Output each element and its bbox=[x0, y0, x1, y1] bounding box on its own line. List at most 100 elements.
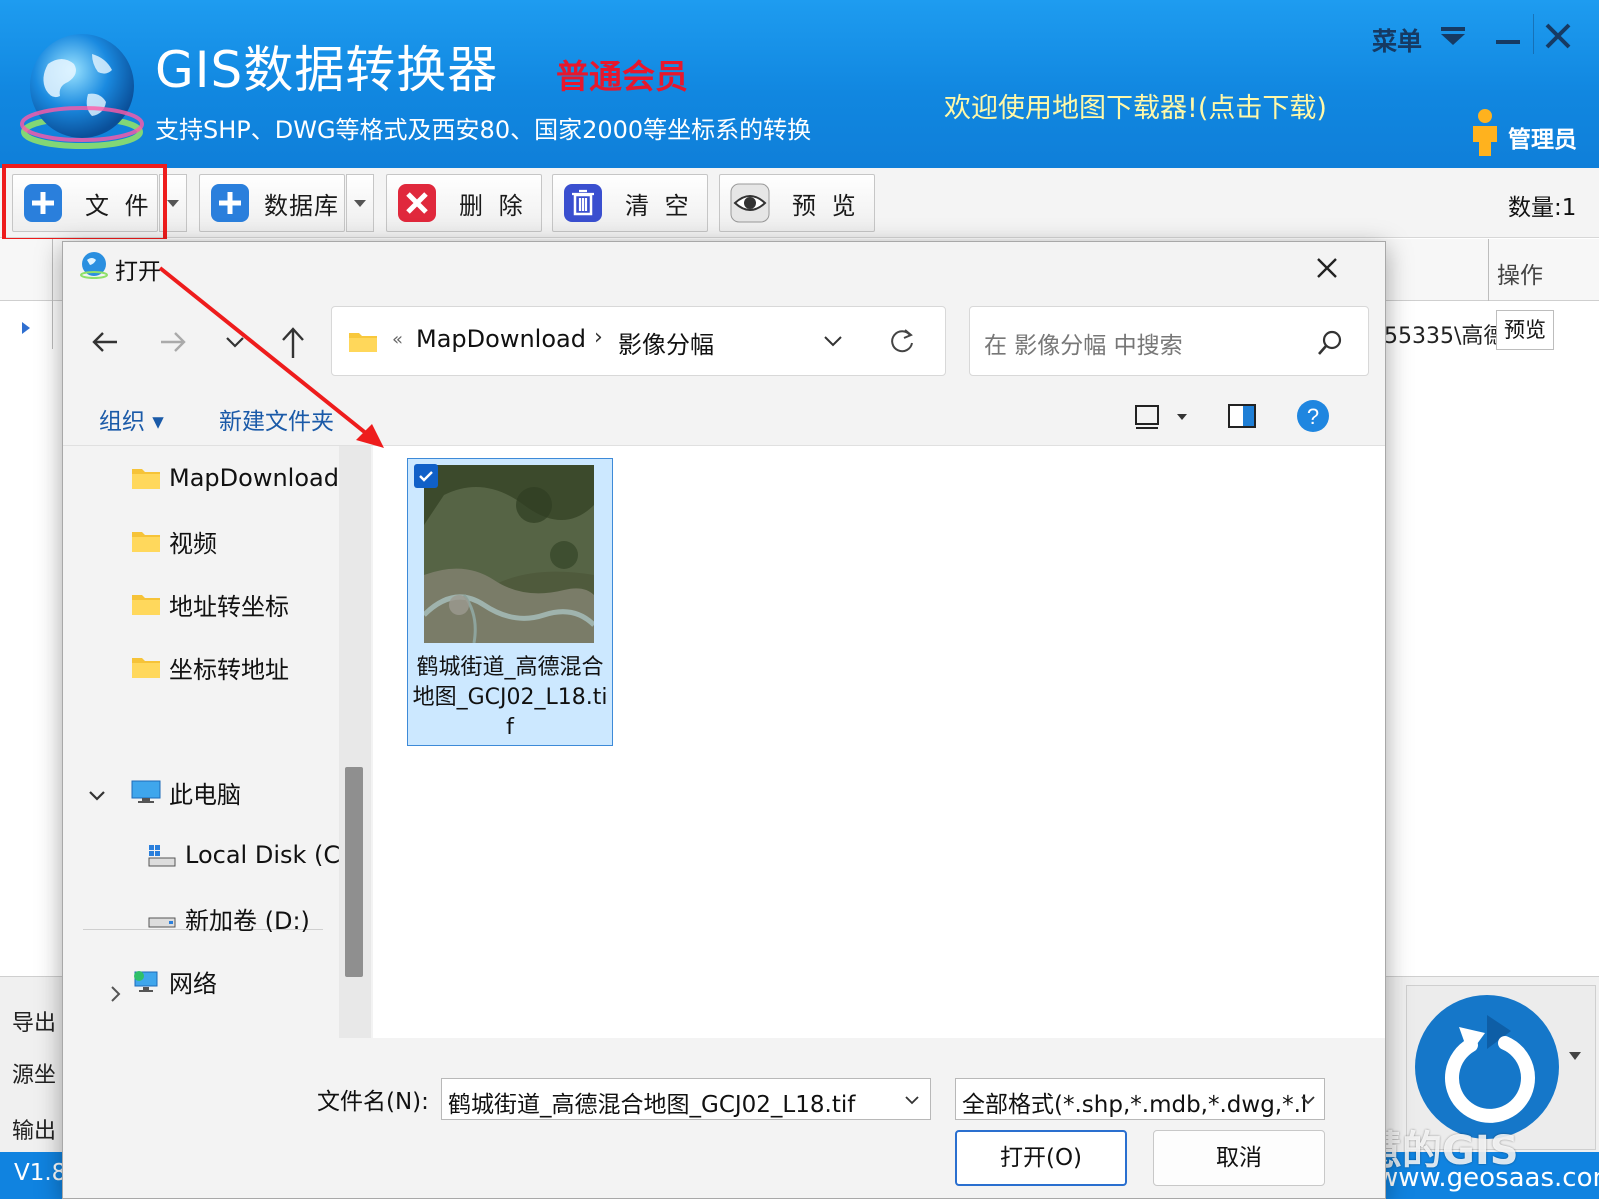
nav-item-label: 网络 bbox=[169, 969, 217, 998]
file-list-pane: 鹤城街道_高德混合地图_GCJ02_L18.tif bbox=[373, 446, 1385, 1038]
search-placeholder: 在 影像分幅 中搜索 bbox=[984, 333, 1183, 359]
folder-icon bbox=[132, 595, 160, 615]
navigation-pane: MapDownload 视频 地址转坐标 坐标转地址 此电脑 Local Dis… bbox=[63, 446, 369, 1148]
folder-icon bbox=[132, 658, 160, 678]
app-title: GIS数据转换器 bbox=[155, 41, 499, 99]
drive-icon bbox=[148, 845, 176, 867]
title-separator bbox=[1533, 14, 1534, 54]
row-path-cell: 55335\高德 bbox=[1384, 324, 1506, 349]
row-preview-button[interactable]: 预览 bbox=[1496, 310, 1554, 350]
forward-arrow-icon[interactable] bbox=[155, 324, 191, 360]
user-icon bbox=[1473, 109, 1497, 156]
annotation-highlight-box bbox=[2, 164, 167, 242]
search-icon[interactable] bbox=[1316, 329, 1344, 357]
nav-item-label: Local Disk (C:) bbox=[185, 841, 358, 869]
nav-item-coord-to-addr[interactable]: 坐标转地址 bbox=[131, 642, 289, 692]
delete-button[interactable]: 删 除 bbox=[386, 174, 542, 232]
preview-button[interactable]: 预 览 bbox=[719, 174, 875, 232]
close-icon[interactable] bbox=[1307, 248, 1347, 288]
file-type-select[interactable]: 全部格式(*.shp,*.mdb,*.dwg,*.l bbox=[955, 1078, 1325, 1120]
nav-item-addr-to-coord[interactable]: 地址转坐标 bbox=[131, 579, 289, 629]
plus-icon bbox=[211, 184, 249, 222]
refresh-icon[interactable] bbox=[888, 327, 916, 355]
nav-item-network[interactable]: 网络 bbox=[131, 956, 217, 1006]
nav-item-label: 视频 bbox=[169, 529, 217, 558]
view-mode-icon[interactable] bbox=[1133, 402, 1163, 430]
add-database-label: 数据库 bbox=[264, 191, 339, 220]
svg-text:?: ? bbox=[1307, 404, 1319, 429]
nav-item-this-pc[interactable]: 此电脑 bbox=[131, 767, 241, 817]
version-label: V1.8 bbox=[14, 1160, 67, 1186]
source-coord-label: 源坐 bbox=[12, 1063, 57, 1088]
folder-icon bbox=[349, 333, 377, 352]
operation-column-header: 操作 bbox=[1497, 263, 1543, 289]
export-label: 导出 bbox=[12, 1011, 57, 1036]
chevron-down-icon bbox=[354, 199, 366, 207]
computer-icon bbox=[131, 780, 161, 803]
checkbox-checked-icon[interactable] bbox=[414, 464, 438, 488]
filename-input[interactable]: 鹤城街道_高德混合地图_GCJ02_L18.tif bbox=[441, 1078, 931, 1120]
grid-column-divider bbox=[1488, 239, 1489, 301]
eye-icon bbox=[730, 183, 770, 223]
app-subtitle: 支持SHP、DWG等格式及西安80、国家2000等坐标系的转换 bbox=[155, 116, 812, 144]
satellite-thumbnail bbox=[424, 465, 594, 643]
clear-button[interactable]: 清 空 bbox=[552, 174, 708, 232]
nav-item-new-volume-d[interactable]: 新加卷 (D:) bbox=[147, 893, 310, 943]
clear-label: 清 空 bbox=[625, 191, 693, 220]
organize-menu[interactable]: 组织 ▾ bbox=[99, 402, 164, 436]
dialog-footer: 文件名(N): 鹤城街道_高德混合地图_GCJ02_L18.tif 全部格式(*… bbox=[63, 1038, 1385, 1198]
menu-dropdown-icon[interactable] bbox=[1440, 26, 1466, 46]
add-database-button[interactable]: 数据库 bbox=[199, 174, 345, 232]
member-level-badge: 普通会员 bbox=[556, 57, 688, 96]
drive-icon bbox=[148, 917, 176, 928]
cancel-button[interactable]: 取消 bbox=[1153, 1130, 1325, 1186]
search-input[interactable]: 在 影像分幅 中搜索 bbox=[969, 306, 1369, 376]
breadcrumb-mapdownload[interactable]: MapDownload bbox=[416, 325, 586, 353]
new-folder-button[interactable]: 新建文件夹 bbox=[219, 402, 334, 436]
chevron-down-icon[interactable] bbox=[1300, 1095, 1316, 1105]
check-icon bbox=[419, 471, 433, 482]
nav-item-local-disk-c[interactable]: Local Disk (C:) bbox=[147, 830, 358, 880]
command-bar: 组织 ▾ 新建文件夹 ? bbox=[63, 388, 1385, 446]
chevron-down-icon bbox=[167, 199, 179, 207]
grid-column-divider bbox=[52, 239, 53, 349]
filename-value: 鹤城街道_高德混合地图_GCJ02_L18.tif bbox=[448, 1092, 856, 1118]
toolbar: 文 件 数据库 删 除 清 空 预 览 数量:1 bbox=[0, 168, 1599, 238]
globe-logo-icon bbox=[20, 34, 144, 149]
breadcrumb-separator[interactable]: › bbox=[594, 325, 603, 350]
nav-scrollbar-thumb[interactable] bbox=[345, 767, 363, 977]
add-database-dropdown[interactable] bbox=[346, 174, 374, 232]
close-icon[interactable] bbox=[1540, 18, 1576, 54]
chevron-down-icon[interactable] bbox=[822, 333, 844, 349]
chevron-down-icon[interactable] bbox=[85, 784, 109, 808]
menu-button[interactable]: 菜单 bbox=[1372, 22, 1422, 58]
preview-label: 预 览 bbox=[792, 191, 860, 220]
preview-pane-icon[interactable] bbox=[1227, 402, 1257, 430]
file-item-selected[interactable]: 鹤城街道_高德混合地图_GCJ02_L18.tif bbox=[407, 458, 613, 746]
filename-label: 文件名(N): bbox=[317, 1089, 429, 1115]
app-header: GIS数据转换器 普通会员 支持SHP、DWG等格式及西安80、国家2000等坐… bbox=[0, 0, 1599, 168]
nav-item-label: 此电脑 bbox=[169, 780, 241, 809]
chevron-down-icon[interactable] bbox=[1569, 1052, 1581, 1060]
back-arrow-icon[interactable] bbox=[87, 324, 123, 360]
user-label: 管理员 bbox=[1508, 127, 1577, 153]
breadcrumb-current-folder[interactable]: 影像分幅 bbox=[618, 325, 714, 360]
open-button[interactable]: 打开(O) bbox=[955, 1130, 1127, 1186]
nav-item-mapdownload[interactable]: MapDownload bbox=[131, 453, 339, 503]
nav-item-label: MapDownload bbox=[169, 464, 339, 492]
help-icon[interactable]: ? bbox=[1295, 398, 1331, 434]
globe-app-icon bbox=[80, 252, 108, 279]
up-arrow-icon[interactable] bbox=[275, 322, 311, 362]
folder-icon bbox=[132, 532, 160, 552]
minimize-icon[interactable] bbox=[1490, 18, 1526, 54]
overflow-chevron[interactable]: « bbox=[392, 329, 403, 350]
nav-item-video[interactable]: 视频 bbox=[131, 516, 217, 566]
address-bar[interactable]: « MapDownload › 影像分幅 bbox=[331, 306, 946, 376]
chevron-down-icon[interactable] bbox=[904, 1095, 920, 1105]
chevron-right-icon[interactable] bbox=[103, 982, 127, 1006]
map-downloader-link[interactable]: 欢迎使用地图下载器!(点击下载) bbox=[944, 86, 1327, 125]
open-file-dialog: 打开 « MapDownload › 影像分幅 在 影像分幅 中搜索 组织 ▾ … bbox=[62, 241, 1386, 1199]
chevron-down-icon[interactable] bbox=[221, 328, 249, 356]
file-type-value: 全部格式(*.shp,*.mdb,*.dwg,*.l bbox=[962, 1092, 1308, 1118]
chevron-down-icon[interactable] bbox=[1177, 414, 1187, 420]
